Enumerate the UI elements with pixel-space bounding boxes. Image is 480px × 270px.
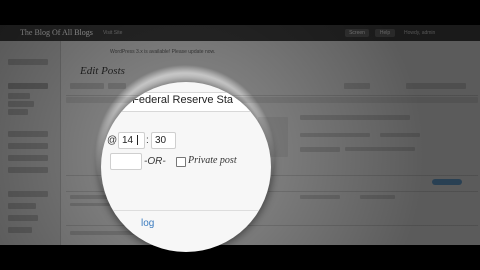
screen: The Blog Of All Blogs Visit Site Screen …: [0, 0, 480, 270]
quick-edit-title-value: e Federal Reserve Sta: [123, 94, 234, 106]
admin-sidebar: [0, 41, 61, 245]
sidebar-item-edit[interactable]: [8, 93, 30, 99]
quick-edit-sticky-checkbox[interactable]: [345, 147, 415, 151]
sidebar-item-posts[interactable]: [8, 83, 48, 89]
password-input[interactable]: [110, 153, 142, 170]
magnifier-lens: e Federal Reserve Sta @ 14 : 30 -OR- Pri…: [101, 82, 271, 252]
update-notice: WordPress 3.x is available! Please updat…: [110, 49, 216, 55]
sidebar-item-media[interactable]: [8, 131, 48, 137]
help-button[interactable]: Help: [375, 29, 395, 37]
visit-site-link[interactable]: Visit Site: [103, 30, 122, 36]
private-post-label[interactable]: Private post: [188, 155, 237, 166]
bulk-actions-select[interactable]: [70, 83, 104, 89]
site-title[interactable]: The Blog Of All Blogs: [20, 28, 93, 37]
sidebar-item-links[interactable]: [8, 143, 48, 149]
sidebar-item-comments[interactable]: [8, 167, 48, 173]
hour-input[interactable]: 14: [118, 132, 145, 149]
at-label: @: [107, 135, 118, 146]
quick-edit-comments-checkbox[interactable]: [300, 133, 370, 137]
quick-edit-status-select[interactable]: [300, 147, 340, 152]
quick-edit-pings-checkbox[interactable]: [380, 133, 420, 137]
post-row-categories: [360, 195, 395, 199]
private-post-checkbox[interactable]: [176, 157, 186, 167]
sidebar-item-dashboard[interactable]: [8, 59, 48, 65]
sidebar-item-appearance[interactable]: [8, 191, 48, 197]
divider: [101, 210, 271, 211]
admin-bar: The Blog Of All Blogs Visit Site Screen …: [0, 25, 480, 41]
page-title: Edit Posts: [80, 65, 125, 77]
apply-button[interactable]: [108, 83, 126, 89]
or-label: -OR-: [144, 156, 166, 167]
post-title-link[interactable]: log: [141, 218, 154, 229]
sidebar-item-tags[interactable]: [8, 109, 28, 115]
post-row-author: [300, 195, 340, 199]
sidebar-item-pages[interactable]: [8, 155, 48, 161]
quick-edit-categories-field[interactable]: [300, 115, 410, 120]
time-separator: :: [146, 135, 149, 146]
post-row-excerpt: [70, 203, 110, 206]
howdy-text[interactable]: Howdy, admin: [404, 30, 435, 36]
sidebar-item-users[interactable]: [8, 215, 38, 221]
minute-input[interactable]: 30: [151, 132, 176, 149]
text-cursor: [137, 135, 138, 145]
update-post-button[interactable]: [432, 179, 462, 185]
sidebar-item-tools[interactable]: [8, 227, 32, 233]
screen-options-button[interactable]: Screen: [345, 29, 369, 37]
sidebar-item-add-new[interactable]: [8, 101, 34, 107]
search-posts-input[interactable]: [406, 83, 466, 89]
sidebar-item-plugins[interactable]: [8, 203, 36, 209]
pagination[interactable]: [344, 83, 370, 89]
